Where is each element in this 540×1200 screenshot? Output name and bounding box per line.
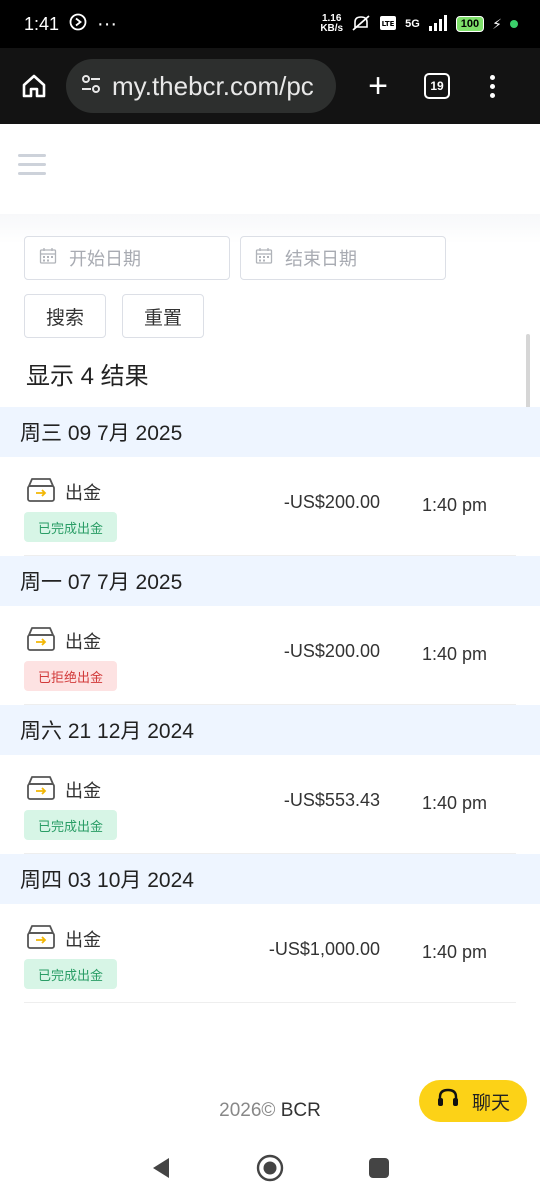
status-bar: 1:41 ··· 1.16 KB/s LTE 5G 100 ⚡ <box>0 0 540 48</box>
start-date-input[interactable]: 开始日期 <box>24 236 230 280</box>
svg-text:LTE: LTE <box>382 20 395 28</box>
transaction-row[interactable]: 出金 已拒绝出金 -US$200.00 1:40 pm <box>0 606 540 705</box>
transaction-type: 出金 <box>65 781 101 801</box>
footer-brand: BCR <box>280 1100 321 1121</box>
top-navigation <box>0 124 540 214</box>
mute-icon <box>351 14 371 35</box>
back-icon[interactable] <box>150 1156 172 1185</box>
reset-button[interactable]: 重置 <box>122 294 204 338</box>
transaction-amount: -US$553.43 <box>283 790 380 810</box>
status-time: 1:41 <box>24 13 60 34</box>
transaction-time: 1:40 pm <box>422 495 488 515</box>
address-bar[interactable]: my.thebcr.com/pc <box>66 59 336 113</box>
charging-icon: ⚡ <box>492 15 502 32</box>
copyright-text: 2026© <box>219 1100 276 1121</box>
system-navigation-bar <box>0 1140 540 1200</box>
media-play-icon <box>69 13 87 36</box>
chat-label: 聊天 <box>471 1092 510 1114</box>
withdraw-box-icon <box>26 775 56 806</box>
withdraw-box-icon <box>26 924 56 955</box>
filter-panel: 开始日期 结束日期 搜索 重置 显示 4 结果 <box>0 214 540 426</box>
transaction-row[interactable]: 出金 已完成出金 -US$200.00 1:40 pm <box>0 457 540 556</box>
calendar-icon <box>255 247 273 270</box>
start-date-placeholder: 开始日期 <box>69 249 141 269</box>
transaction-amount: -US$200.00 <box>283 492 380 512</box>
search-button[interactable]: 搜索 <box>24 294 106 338</box>
battery-level: 100 <box>455 16 485 32</box>
transaction-amount: -US$1,000.00 <box>268 939 380 959</box>
status-badge: 已完成出金 <box>24 512 118 542</box>
transaction-list: 周三 09 7月 2025 出金 已完成出金 -US$200.00 1:40 p… <box>0 407 540 1003</box>
withdraw-box-icon <box>26 477 56 508</box>
end-date-input[interactable]: 结束日期 <box>240 236 446 280</box>
withdraw-box-icon <box>26 626 56 657</box>
end-date-placeholder: 结束日期 <box>285 249 357 269</box>
date-group-header: 周六 21 12月 2024 <box>0 705 540 755</box>
status-badge: 已完成出金 <box>24 810 118 840</box>
transaction-time: 1:40 pm <box>422 793 488 813</box>
volte-icon: LTE <box>379 14 397 35</box>
transaction-amount: -US$200.00 <box>283 641 380 661</box>
recents-icon[interactable] <box>368 1157 390 1184</box>
more-notifications: ··· <box>97 12 118 35</box>
transaction-type: 出金 <box>65 632 101 652</box>
transaction-time: 1:40 pm <box>422 942 488 962</box>
hamburger-menu-icon[interactable] <box>18 154 46 181</box>
date-group-header: 周四 03 10月 2024 <box>0 854 540 904</box>
headset-icon <box>436 1087 460 1115</box>
status-badge: 已拒绝出金 <box>24 661 118 691</box>
transaction-time: 1:40 pm <box>422 644 488 664</box>
result-count: 显示 4 结果 <box>26 363 149 390</box>
transaction-type: 出金 <box>65 930 101 950</box>
transaction-row[interactable]: 出金 已完成出金 -US$1,000.00 1:40 pm <box>0 904 540 1003</box>
web-page: 开始日期 结束日期 搜索 重置 显示 4 结果 周三 09 7月 2025 出金… <box>0 124 540 1140</box>
url-text: my.thebcr.com/pc <box>112 70 314 101</box>
date-group-header: 周三 09 7月 2025 <box>0 407 540 457</box>
signal-icon <box>428 14 448 34</box>
tab-switcher-button[interactable]: 19 <box>424 73 450 99</box>
status-badge: 已完成出金 <box>24 959 118 989</box>
chat-button[interactable]: 聊天 <box>419 1080 527 1122</box>
new-tab-icon[interactable]: + <box>358 67 398 106</box>
network-type: 5G <box>405 18 420 30</box>
transaction-row[interactable]: 出金 已完成出金 -US$553.43 1:40 pm <box>0 755 540 854</box>
transaction-type: 出金 <box>65 483 101 503</box>
privacy-dot <box>510 20 518 28</box>
network-speed: 1.16 KB/s <box>320 13 344 34</box>
browser-toolbar: my.thebcr.com/pc + 19 <box>0 48 540 124</box>
date-group-header: 周一 07 7月 2025 <box>0 556 540 606</box>
home-icon[interactable] <box>14 66 54 106</box>
home-circle-icon[interactable] <box>256 1154 284 1187</box>
menu-icon[interactable] <box>490 74 495 98</box>
tune-icon[interactable] <box>80 73 102 100</box>
calendar-icon <box>39 247 57 270</box>
